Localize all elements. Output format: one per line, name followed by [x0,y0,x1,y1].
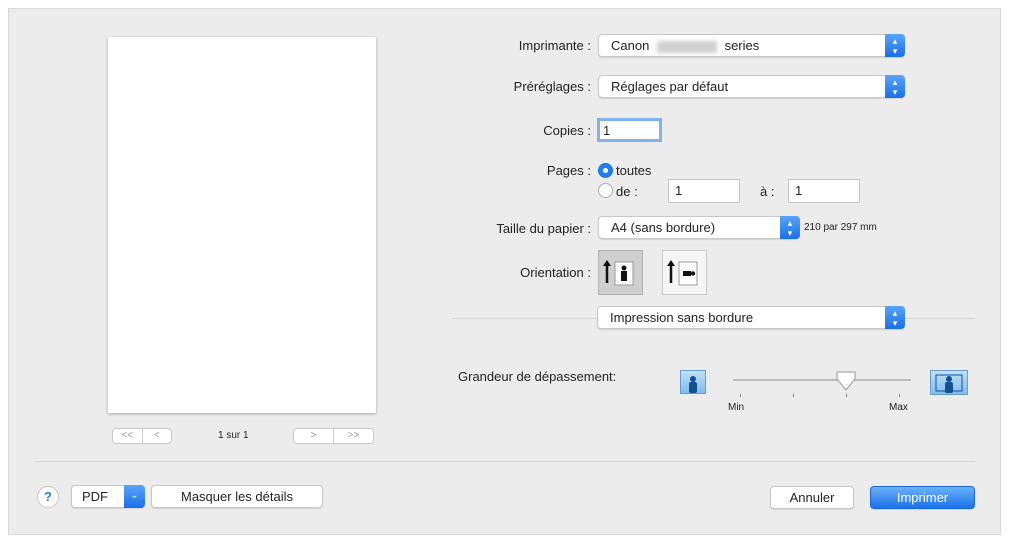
landscape-icon [667,260,698,286]
printer-label: Imprimante : [518,38,591,53]
slider-tick [793,394,794,397]
copies-input[interactable]: 1 [597,118,662,142]
paper-size-popup[interactable]: A4 (sans bordure) ▴ ▾ [598,216,800,239]
printer-name-prefix: Canon [611,38,650,53]
overflow-slider-track[interactable] [733,379,911,381]
orientation-portrait-button[interactable] [598,250,643,295]
chevron-down-icon: ⌄ [124,485,145,508]
pages-range-radio[interactable] [598,183,613,198]
preview-nav-back: << < [112,428,172,444]
overflow-max-label: Max [889,402,908,413]
page-indicator: 1 sur 1 [218,430,249,441]
overflow-label: Grandeur de dépassement: [458,369,617,384]
paper-size-label: Taille du papier : [496,221,591,236]
help-button[interactable]: ? [37,486,59,508]
hide-details-button[interactable]: Masquer les détails [151,485,323,508]
prev-page-button[interactable]: < [141,429,172,443]
printer-popup[interactable]: Canon series ▴ ▾ [598,34,905,57]
pages-all-radio[interactable] [598,163,613,178]
first-page-button[interactable]: << [113,429,142,443]
copies-label: Copies : [543,123,591,138]
presets-popup[interactable]: Réglages par défaut ▴ ▾ [598,75,905,98]
pages-from-input[interactable]: 1 [668,179,740,203]
pages-from-label: de : [616,184,638,199]
paper-dimensions: 210 par 297 mm [804,222,877,233]
footer-divider [35,461,975,462]
pages-label: Pages : [546,163,591,178]
cancel-button[interactable]: Annuler [770,486,854,509]
overflow-min-label: Min [728,402,745,413]
chevron-updown-icon: ▴ ▾ [885,306,905,329]
portrait-icon [603,260,634,286]
pages-to-input[interactable]: 1 [788,179,860,203]
pdf-menu-button[interactable]: PDF ⌄ [71,485,145,508]
orientation-landscape-button[interactable] [662,250,707,295]
overflow-max-icon [930,370,968,395]
print-button[interactable]: Imprimer [870,486,975,509]
slider-tick [899,394,900,397]
last-page-button[interactable]: >> [333,429,373,443]
slider-tick [740,394,741,397]
slider-tick [846,394,847,397]
chevron-updown-icon: ▴ ▾ [885,75,905,98]
pages-all-label: toutes [616,163,652,178]
overflow-slider-thumb[interactable] [835,370,857,392]
next-page-button[interactable]: > [294,429,333,443]
preview-nav-forward: > >> [293,428,374,444]
chevron-updown-icon: ▴ ▾ [780,216,800,239]
page-preview [108,37,376,413]
presets-label: Préréglages : [513,79,591,94]
printer-model-redacted [656,40,717,53]
pages-to-label: à : [760,184,775,199]
section-popup[interactable]: Impression sans bordure ▴ ▾ [597,306,905,329]
printer-name-suffix: series [724,38,760,53]
pdf-label: PDF [82,489,108,504]
orientation-label: Orientation : [520,265,591,280]
overflow-min-icon [680,370,706,394]
chevron-updown-icon: ▴ ▾ [885,34,905,57]
paper-size-value: A4 (sans bordure) [611,220,716,235]
presets-value: Réglages par défaut [611,79,729,94]
section-value: Impression sans bordure [610,310,754,325]
